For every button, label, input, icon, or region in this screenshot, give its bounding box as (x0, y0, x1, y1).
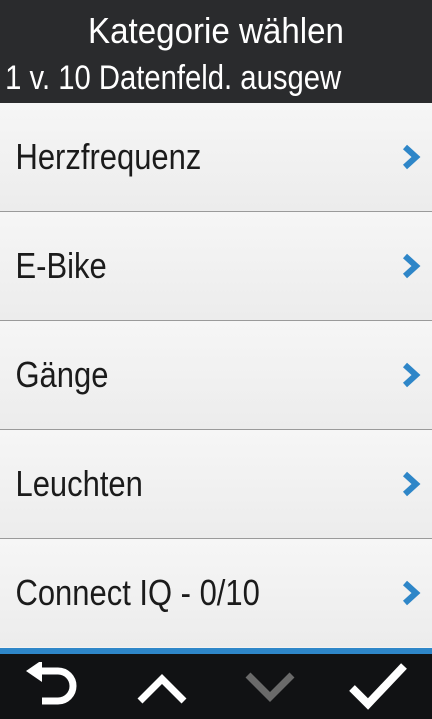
header: Kategorie wählen 1 v. 10 Datenfeld. ausg… (0, 0, 432, 103)
chevron-right-icon (402, 471, 421, 497)
chevron-up-icon (137, 673, 187, 703)
chevron-right-icon (402, 253, 421, 279)
scroll-down-button[interactable] (216, 654, 324, 719)
category-list: Herzfrequenz E-Bike Gänge Leuchten Conne… (0, 103, 432, 648)
chevron-right-icon (402, 580, 421, 606)
scroll-up-button[interactable] (108, 654, 216, 719)
chevron-right-icon (402, 362, 421, 388)
list-item-connect-iq[interactable]: Connect IQ - 0/10 (0, 539, 432, 647)
back-button[interactable] (0, 654, 108, 719)
list-item-e-bike[interactable]: E-Bike (0, 212, 432, 321)
list-item-gaenge[interactable]: Gänge (0, 321, 432, 430)
page-title: Kategorie wählen (88, 10, 344, 51)
list-item-label: E-Bike (15, 245, 107, 286)
list-item-label: Herzfrequenz (15, 136, 202, 177)
device-screen: Kategorie wählen 1 v. 10 Datenfeld. ausg… (0, 0, 432, 719)
chevron-right-icon (402, 144, 421, 170)
list-item-label: Connect IQ - 0/10 (15, 572, 260, 613)
confirm-button[interactable] (324, 654, 432, 719)
list-item-leuchten[interactable]: Leuchten (0, 430, 432, 539)
list-item-label: Gänge (15, 354, 109, 395)
chevron-down-icon (245, 672, 295, 702)
list-item-herzfrequenz[interactable]: Herzfrequenz (0, 103, 432, 212)
bottom-toolbar (0, 654, 432, 719)
back-arrow-icon (26, 661, 77, 704)
page-subtitle: 1 v. 10 Datenfeld. ausgew (5, 59, 342, 97)
checkmark-icon (349, 662, 407, 710)
list-item-label: Leuchten (15, 463, 143, 504)
